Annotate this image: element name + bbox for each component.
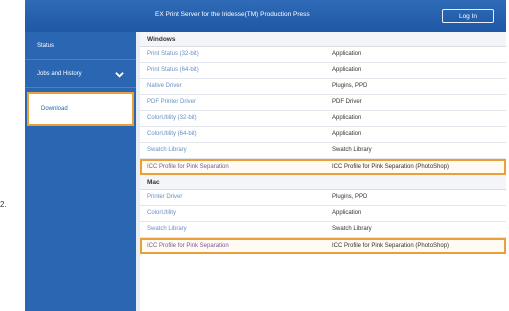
file-type: Plugins, PPD [332, 83, 368, 89]
table-row: ColorUtility (64-bit) Application [140, 127, 506, 143]
chevron-down-icon [115, 72, 124, 78]
download-list: Windows Print Status (32-bit) Applicatio… [140, 32, 506, 311]
download-link[interactable]: Swatch Library [147, 222, 187, 237]
sidebar-item-download[interactable]: Download [27, 92, 134, 126]
table-row: ColorUtility (32-bit) Application [140, 111, 506, 127]
download-link[interactable]: ColorUtility (64-bit) [147, 127, 197, 142]
table-row: Print Status (32-bit) Application [140, 47, 506, 63]
table-row: Swatch Library Swatch Library [140, 222, 506, 238]
sidebar-item-label: Download [41, 106, 68, 112]
download-link[interactable]: Swatch Library [147, 143, 187, 158]
file-type: Application [332, 67, 362, 73]
table-row: Swatch Library Swatch Library [140, 143, 506, 159]
file-type: Plugins, PPD [332, 194, 368, 200]
file-type: ICC Profile for Pink Separation (PhotoSh… [332, 164, 450, 170]
table-row: Print Status (64-bit) Application [140, 63, 506, 79]
download-link[interactable]: Print Status (64-bit) [147, 63, 199, 78]
table-row: Printer Driver Plugins, PPD [140, 190, 506, 206]
download-link[interactable]: ColorUtility (32-bit) [147, 111, 197, 126]
section-header-windows: Windows [140, 32, 506, 47]
login-button[interactable]: Log In [442, 9, 494, 23]
sidebar-item-jobs-and-history[interactable]: Jobs and History [25, 60, 136, 88]
file-type: Swatch Library [332, 147, 372, 153]
download-link[interactable]: Printer Driver [147, 190, 182, 205]
sidebar: Status Jobs and History Download [25, 32, 136, 311]
download-link[interactable]: ColorUtility [147, 206, 176, 221]
file-type: ICC Profile for Pink Separation (PhotoSh… [332, 243, 450, 249]
download-link[interactable]: PDF Printer Driver [147, 95, 196, 110]
download-link[interactable]: ICC Profile for Pink Separation [147, 161, 229, 173]
step-number: 2. [0, 200, 7, 209]
file-type: PDF Driver [332, 99, 362, 105]
table-row: PDF Printer Driver PDF Driver [140, 95, 506, 111]
download-link[interactable]: ICC Profile for Pink Separation [147, 240, 229, 252]
table-row: ColorUtility Application [140, 206, 506, 222]
sidebar-item-label: Jobs and History [37, 71, 82, 77]
top-bar: EX Print Server for the Iridesse(TM) Pro… [25, 0, 506, 32]
download-link[interactable]: Print Status (32-bit) [147, 47, 199, 62]
sidebar-item-label: Status [37, 43, 55, 49]
page-title: EX Print Server for the Iridesse(TM) Pro… [155, 11, 310, 18]
file-type: Application [332, 115, 362, 121]
table-row-highlighted: ICC Profile for Pink Separation ICC Prof… [140, 238, 506, 254]
table-row: Native Driver Plugins, PPD [140, 79, 506, 95]
app-window: EX Print Server for the Iridesse(TM) Pro… [25, 0, 506, 311]
file-type: Application [332, 131, 362, 137]
table-row-highlighted: ICC Profile for Pink Separation ICC Prof… [140, 159, 506, 175]
file-type: Application [332, 210, 362, 216]
section-header-mac: Mac [140, 175, 506, 190]
file-type: Swatch Library [332, 226, 372, 232]
file-type: Application [332, 51, 362, 57]
download-link[interactable]: Native Driver [147, 79, 182, 94]
sidebar-item-status[interactable]: Status [25, 32, 136, 60]
